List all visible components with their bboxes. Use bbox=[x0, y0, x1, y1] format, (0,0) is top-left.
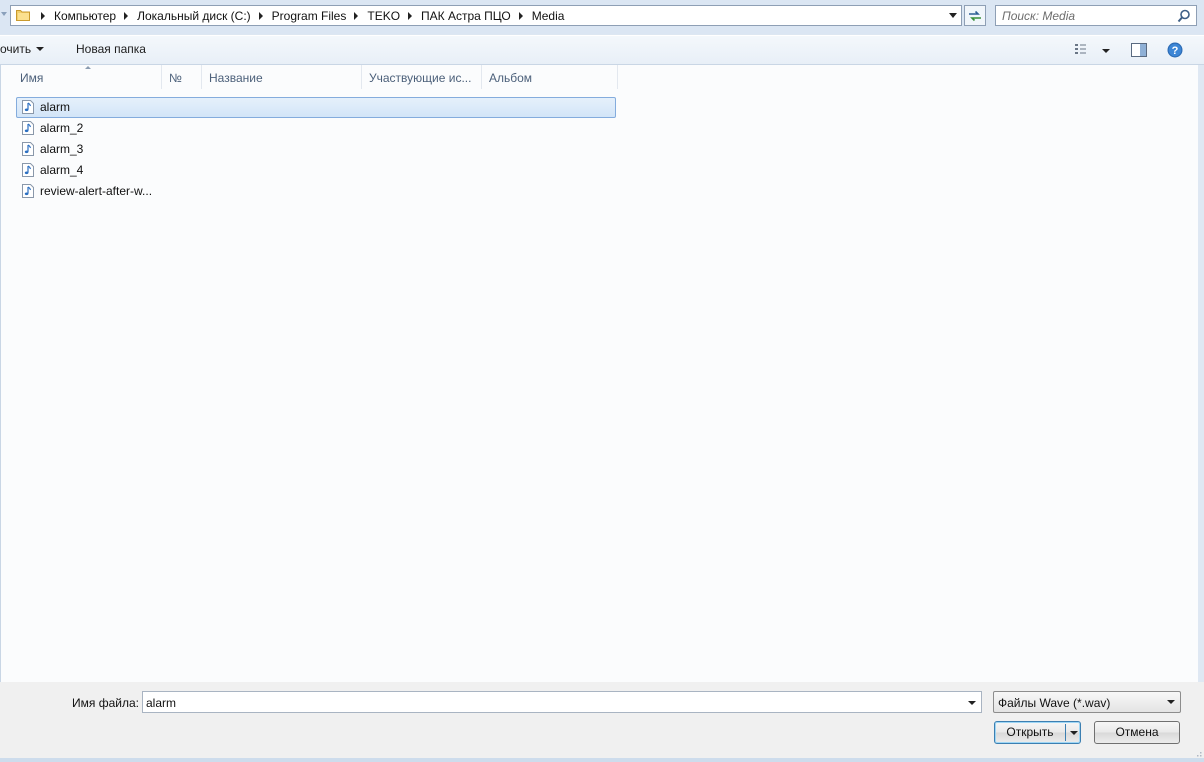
preview-pane-icon[interactable] bbox=[1131, 43, 1147, 57]
command-bar: очить Новая папка ? bbox=[0, 35, 1204, 65]
chevron-down-icon bbox=[36, 47, 45, 51]
help-icon[interactable]: ? bbox=[1167, 42, 1183, 58]
views-icon[interactable] bbox=[1075, 43, 1091, 57]
file-row-review-alert[interactable]: review-alert-after-w... bbox=[16, 181, 616, 202]
breadcrumb-arrow-icon[interactable] bbox=[41, 11, 45, 20]
file-type-value: Файлы Wave (*.wav) bbox=[998, 696, 1111, 710]
address-history-dropdown[interactable] bbox=[949, 13, 957, 18]
window-edge bbox=[1198, 65, 1204, 682]
refresh-button[interactable] bbox=[964, 5, 986, 26]
folder-icon bbox=[16, 10, 30, 21]
refresh-icon bbox=[969, 10, 981, 21]
search-icon[interactable] bbox=[1177, 9, 1191, 23]
column-header-title[interactable]: Название bbox=[202, 65, 362, 89]
file-name: review-alert-after-w... bbox=[40, 184, 153, 198]
file-row-alarm[interactable]: alarm bbox=[16, 97, 616, 118]
file-name-pane: Имя файла: Файлы Wave (*.wav) Открыть От… bbox=[0, 682, 1204, 762]
file-row-alarm-4[interactable]: alarm_4 bbox=[16, 160, 616, 181]
audio-file-icon bbox=[22, 142, 34, 156]
column-headers: Имя № Название Участвующие ис... Альбом bbox=[1, 65, 618, 89]
open-options-dropdown-icon[interactable] bbox=[1070, 731, 1078, 735]
address-row: Компьютер Локальный диск (C:) Program Fi… bbox=[0, 0, 1204, 34]
crumb-program-files[interactable]: Program Files bbox=[272, 9, 347, 23]
search-box[interactable] bbox=[995, 5, 1197, 26]
crumb-pak-astra[interactable]: ПАК Астра ПЦО bbox=[421, 9, 511, 23]
audio-file-icon bbox=[22, 121, 34, 135]
file-name-dropdown-icon[interactable] bbox=[968, 701, 976, 705]
file-name: alarm_2 bbox=[40, 121, 84, 135]
audio-file-icon bbox=[22, 163, 34, 177]
breadcrumb-arrow-icon[interactable] bbox=[408, 11, 413, 20]
svg-text:?: ? bbox=[1172, 45, 1179, 57]
organize-button[interactable]: очить bbox=[0, 42, 45, 56]
search-input[interactable] bbox=[1002, 8, 1172, 23]
breadcrumb: Компьютер Локальный диск (C:) Program Fi… bbox=[33, 6, 564, 25]
file-name-combobox[interactable] bbox=[142, 691, 982, 713]
breadcrumb-arrow-icon[interactable] bbox=[124, 11, 129, 20]
crumb-local-disk[interactable]: Локальный диск (C:) bbox=[137, 9, 251, 23]
open-label: Открыть bbox=[1006, 725, 1054, 739]
new-folder-button[interactable]: Новая папка bbox=[76, 42, 146, 56]
file-type-select[interactable]: Файлы Wave (*.wav) bbox=[993, 691, 1181, 713]
column-header-album[interactable]: Альбом bbox=[482, 65, 618, 89]
crumb-media[interactable]: Media bbox=[532, 9, 565, 23]
file-list-view[interactable]: Имя № Название Участвующие ис... Альбом … bbox=[0, 65, 1198, 682]
breadcrumb-arrow-icon[interactable] bbox=[518, 11, 523, 20]
address-bar[interactable]: Компьютер Локальный диск (C:) Program Fi… bbox=[10, 5, 962, 26]
window-frame-bottom bbox=[0, 758, 1204, 762]
audio-file-icon bbox=[22, 184, 34, 198]
breadcrumb-arrow-icon[interactable] bbox=[258, 11, 263, 20]
breadcrumb-arrow-icon[interactable] bbox=[354, 11, 359, 20]
nav-dropdown-icon[interactable] bbox=[1, 12, 7, 16]
file-name-input[interactable] bbox=[146, 695, 946, 710]
file-name: alarm_3 bbox=[40, 142, 84, 156]
file-name: alarm bbox=[40, 100, 71, 114]
organize-label: очить bbox=[0, 42, 32, 56]
crumb-teko[interactable]: TEKO bbox=[367, 9, 400, 23]
crumb-computer[interactable]: Компьютер bbox=[54, 9, 116, 23]
file-rows: alarm alarm_2 alarm_3 alarm_4 review-ale… bbox=[16, 97, 616, 202]
views-dropdown-icon[interactable] bbox=[1102, 49, 1110, 53]
cancel-button[interactable]: Отмена bbox=[1094, 721, 1180, 744]
column-header-number[interactable]: № bbox=[162, 65, 202, 89]
column-header-artists[interactable]: Участвующие ис... bbox=[362, 65, 482, 89]
file-name-label: Имя файла: bbox=[72, 696, 139, 710]
file-row-alarm-2[interactable]: alarm_2 bbox=[16, 118, 616, 139]
file-name: alarm_4 bbox=[40, 163, 84, 177]
chevron-down-icon bbox=[1167, 700, 1175, 704]
audio-file-icon bbox=[22, 100, 34, 114]
column-header-name[interactable]: Имя bbox=[13, 65, 162, 89]
split-divider bbox=[1065, 724, 1066, 741]
open-button[interactable]: Открыть bbox=[994, 721, 1081, 744]
file-row-alarm-3[interactable]: alarm_3 bbox=[16, 139, 616, 160]
